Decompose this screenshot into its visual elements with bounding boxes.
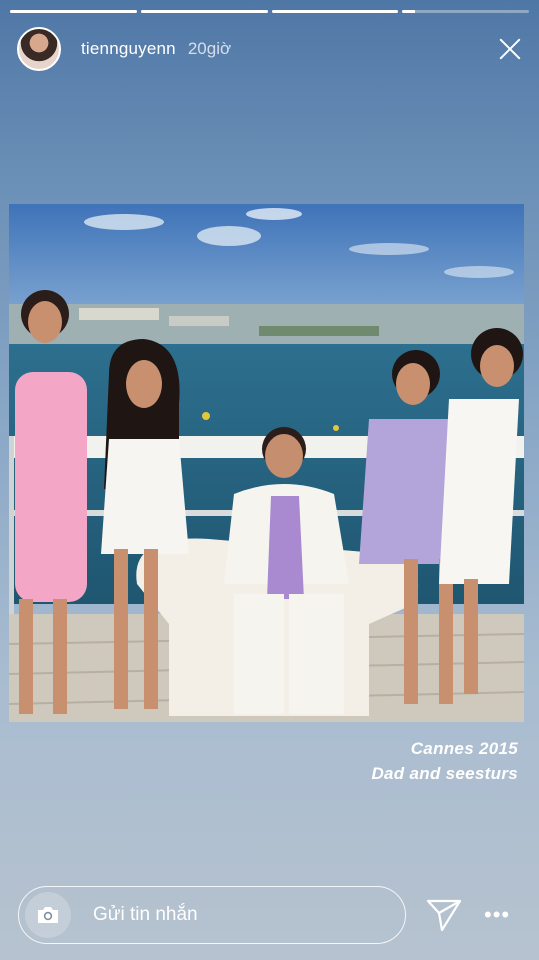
caption-line-2: Dad and seesturs bbox=[371, 764, 518, 783]
progress-fill-3 bbox=[271, 10, 399, 13]
progress-fill-2 bbox=[140, 10, 268, 13]
story-header: tiennguyenn 20giờ bbox=[17, 24, 525, 74]
progress-segment-3 bbox=[271, 10, 399, 13]
message-input[interactable]: Gửi tin nhắn bbox=[93, 904, 198, 926]
camera-icon bbox=[38, 907, 58, 923]
camera-button[interactable] bbox=[25, 892, 71, 938]
story-progress bbox=[10, 10, 529, 13]
progress-fill-4 bbox=[402, 10, 415, 13]
progress-segment-4 bbox=[402, 10, 529, 13]
reply-bar[interactable]: Gửi tin nhắn bbox=[18, 886, 406, 944]
close-icon[interactable] bbox=[495, 34, 525, 64]
send-icon[interactable] bbox=[426, 898, 462, 932]
username[interactable]: tiennguyenn bbox=[81, 39, 176, 59]
progress-fill-1 bbox=[10, 10, 137, 13]
more-icon[interactable]: ••• bbox=[484, 904, 510, 926]
photo-illustration bbox=[9, 204, 524, 722]
story-photo bbox=[9, 204, 524, 722]
timestamp: 20giờ bbox=[187, 39, 232, 58]
avatar[interactable] bbox=[17, 27, 61, 71]
caption-line-1: Cannes 2015 bbox=[410, 739, 518, 758]
story-caption: Cannes 2015 Dad and seesturs bbox=[371, 736, 518, 786]
progress-segment-2 bbox=[140, 10, 268, 13]
progress-segment-1 bbox=[10, 10, 137, 13]
